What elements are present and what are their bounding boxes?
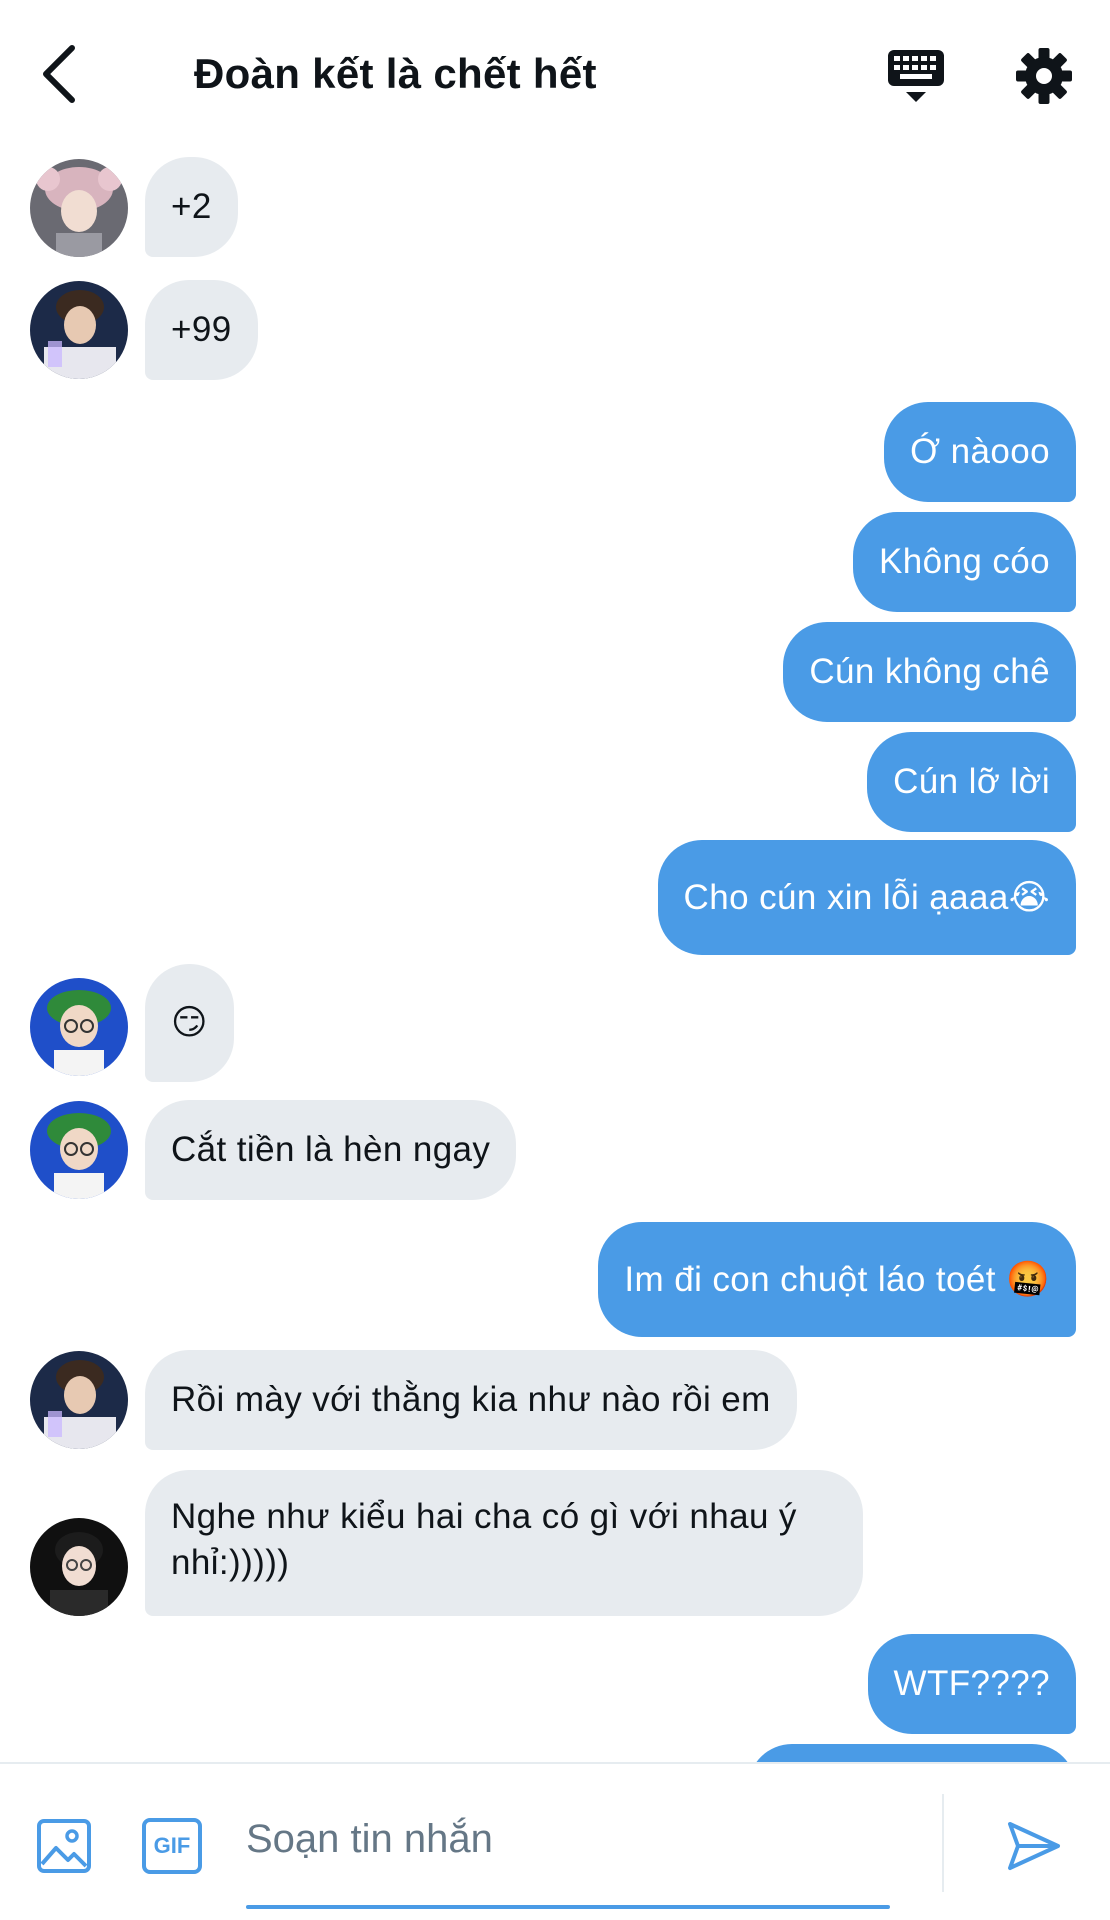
avatar[interactable]	[30, 281, 128, 379]
message-row: +2	[0, 157, 1110, 257]
divider	[942, 1794, 944, 1892]
compose-message-input[interactable]	[246, 1804, 890, 1874]
message-bubble[interactable]: Cún không chê	[783, 622, 1076, 722]
keyboard-button[interactable]	[884, 46, 948, 108]
message-bubble[interactable]: +99	[145, 280, 258, 380]
message-bubble[interactable]: Ớ nàooo	[884, 402, 1076, 502]
add-image-button[interactable]	[36, 1818, 92, 1874]
avatar[interactable]	[30, 978, 128, 1076]
message-bubble[interactable]: 😏	[145, 964, 234, 1082]
avatar[interactable]	[30, 159, 128, 257]
message-bubble[interactable]: Nghe như kiểu hai cha có gì với nhau ý n…	[145, 1470, 863, 1616]
message-row: 😏	[0, 964, 1110, 1082]
keyboard-icon	[888, 50, 944, 102]
message-bubble[interactable]: Cún lỡ lời	[867, 732, 1076, 832]
message-bubble[interactable]: WTF????	[867, 1634, 1076, 1734]
gear-icon	[1016, 48, 1072, 104]
message-row: Rồi mày với thằng kia như nào rồi em	[0, 1350, 1110, 1450]
avatar[interactable]	[30, 1518, 128, 1616]
input-underline	[246, 1905, 890, 1909]
message-row: Cắt tiền là hèn ngay	[0, 1100, 1110, 1200]
conversation-title: Đoàn kết là chết hết	[194, 50, 597, 97]
settings-button[interactable]	[1014, 46, 1074, 106]
message-bubble[interactable]: Im đi con chuột láo toét 🤬	[598, 1222, 1076, 1337]
message-row: +99	[0, 280, 1110, 380]
avatar[interactable]	[30, 1101, 128, 1199]
message-bubble[interactable]: Cho cún xin lỗi ạaaa😭	[657, 840, 1076, 955]
avatar[interactable]	[30, 1351, 128, 1449]
message-bubble[interactable]: Rồi mày với thằng kia như nào rồi em	[145, 1350, 797, 1450]
message-bubble-partial	[748, 1744, 1076, 1762]
conversation-header: Đoàn kết là chết hết	[0, 0, 1110, 150]
message-bubble[interactable]: +2	[145, 157, 238, 257]
image-icon	[37, 1819, 91, 1873]
message-list[interactable]: +2 +99 Ớ nàooo Không cóo Cún không chê C…	[0, 150, 1110, 1762]
composer-bar: GIF	[0, 1762, 1110, 1920]
send-button[interactable]	[1004, 1816, 1064, 1876]
back-button[interactable]	[36, 40, 100, 110]
chevron-left-icon	[43, 45, 75, 103]
message-bubble[interactable]: Không cóo	[853, 512, 1076, 612]
message-row: Nghe như kiểu hai cha có gì với nhau ý n…	[0, 1470, 1110, 1616]
gif-icon: GIF	[153, 1833, 191, 1858]
send-icon	[1008, 1822, 1060, 1870]
gif-button[interactable]: GIF	[142, 1818, 202, 1874]
message-bubble[interactable]: Cắt tiền là hèn ngay	[145, 1100, 517, 1200]
